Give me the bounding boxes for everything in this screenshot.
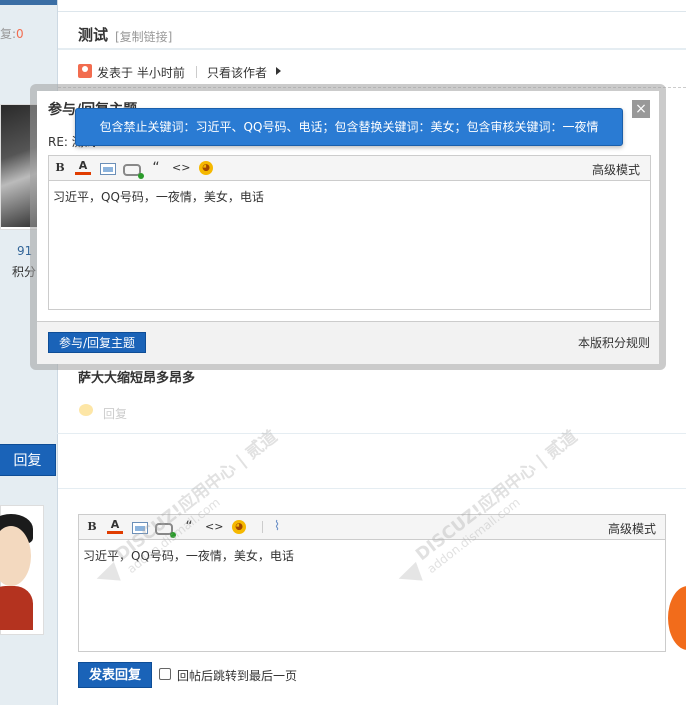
editor-toolbar: B A “ <> ◕ ⌇ 高级模式	[79, 515, 665, 540]
user-icon	[78, 64, 92, 78]
floating-button[interactable]	[668, 586, 686, 650]
attachment-icon[interactable]: ⌇	[269, 519, 285, 535]
reply-link[interactable]: 回复	[103, 405, 127, 422]
jump-to-last-label: 回帖后跳转到最后一页	[177, 669, 298, 683]
divider	[196, 66, 197, 78]
avatar[interactable]	[0, 505, 44, 635]
close-button[interactable]: ×	[632, 100, 650, 118]
reply-count: 0	[16, 27, 24, 41]
copy-link[interactable]: [复制链接]	[115, 28, 172, 45]
submit-reply-button[interactable]: 参与/回复主题	[48, 332, 146, 353]
link-icon[interactable]	[155, 523, 176, 538]
code-button[interactable]: <>	[172, 160, 190, 176]
bold-button[interactable]: B	[52, 160, 68, 176]
divider	[58, 48, 686, 50]
divider	[0, 433, 686, 434]
quote-button[interactable]: “	[181, 519, 197, 535]
font-color-button[interactable]: A	[75, 160, 91, 175]
credit-rules-link[interactable]: 本版积分规则	[578, 334, 650, 351]
image-icon[interactable]	[132, 522, 148, 534]
editor-content[interactable]: 习近平，QQ号码，一夜情，美女，电话	[83, 547, 294, 564]
editor-content[interactable]: 习近平，QQ号码，一夜情，美女，电话	[53, 188, 264, 205]
smiley-icon[interactable]: ◕	[232, 520, 246, 534]
avatar-body	[0, 586, 33, 630]
code-button[interactable]: <>	[205, 519, 223, 535]
post-time: 发表于 半小时前	[97, 66, 185, 80]
reply-editor[interactable]: B A “ <> ◕ ⌇ 高级模式 习近平，QQ号码，一夜情，美女，电话	[78, 514, 666, 652]
reply-count-label: 复:0	[0, 27, 24, 41]
keyword-warning-tooltip: 包含禁止关键词：习近平、QQ号码、电话；包含替换关键词：美女；包含审核关键词：一…	[75, 108, 623, 146]
dialog-footer: 参与/回复主题 本版积分规则	[37, 321, 659, 364]
quote-button[interactable]: “	[148, 160, 164, 176]
divider	[58, 488, 686, 489]
bold-button[interactable]: B	[84, 519, 100, 535]
submit-reply-button[interactable]: 发表回复	[78, 662, 152, 688]
top-strip	[0, 0, 58, 5]
smiley-icon[interactable]: ◕	[199, 161, 213, 175]
only-author-link[interactable]: 只看该作者	[207, 64, 267, 81]
divider	[262, 521, 263, 533]
font-color-button[interactable]: A	[107, 519, 123, 534]
thread-title: 测试	[78, 26, 109, 44]
editor-toolbar: B A “ <> ◕ 高级模式	[49, 156, 650, 181]
reply-button[interactable]: 回复	[0, 444, 56, 476]
advanced-mode-link[interactable]: 高级模式	[608, 520, 656, 537]
reply-icon	[79, 404, 93, 416]
link-icon[interactable]	[123, 164, 144, 179]
arrow-right-icon	[276, 67, 281, 75]
image-icon[interactable]	[100, 163, 116, 175]
dialog-editor[interactable]: B A “ <> ◕ 高级模式 习近平，QQ号码，一夜情，美女，电话	[48, 155, 651, 310]
divider	[58, 11, 686, 12]
jump-to-last-checkbox[interactable]	[159, 668, 171, 680]
advanced-mode-link[interactable]: 高级模式	[592, 161, 640, 178]
